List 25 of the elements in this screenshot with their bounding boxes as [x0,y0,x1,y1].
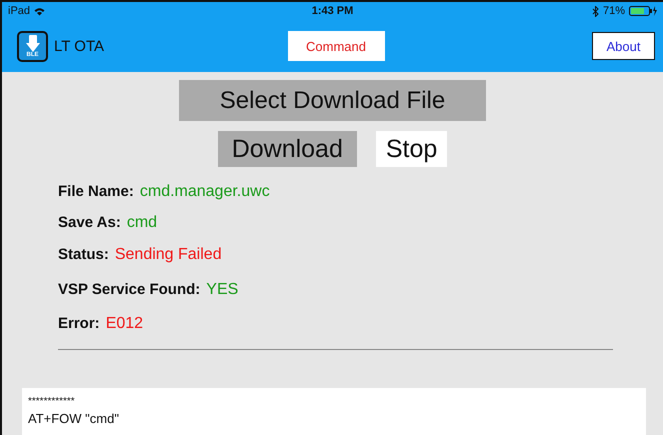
wifi-icon [34,6,46,16]
download-arrow-icon [24,34,42,52]
field-label: Status: [58,246,109,263]
app-title: LT OTA [54,38,104,54]
status-time: 1:43 PM [312,5,354,17]
action-button[interactable]: Download [218,131,357,167]
action-button[interactable]: Stop [376,131,448,167]
field-label: VSP Service Found: [58,281,200,298]
field-value: YES [206,281,238,299]
log-line: ************ [28,396,76,407]
bluetooth-icon [592,6,599,16]
field-value: cmd [126,214,158,232]
field-label: Save As: [58,214,121,231]
battery-percent: 71% [602,5,625,17]
carrier-label: iPad [8,5,30,17]
field-value: Sending Failed [114,246,222,264]
about-button[interactable]: About [592,32,655,60]
field-label: Error: [58,315,100,332]
log-line: AT+FOW "cmd" [28,411,120,426]
select-file-button[interactable]: Select Download File [179,80,486,121]
command-button[interactable]: Command [288,31,384,61]
field-label: File Name: [58,183,134,200]
field-value: cmd.manager.uwc [140,183,270,201]
field-value: E012 [106,315,144,333]
battery-icon [629,6,657,16]
